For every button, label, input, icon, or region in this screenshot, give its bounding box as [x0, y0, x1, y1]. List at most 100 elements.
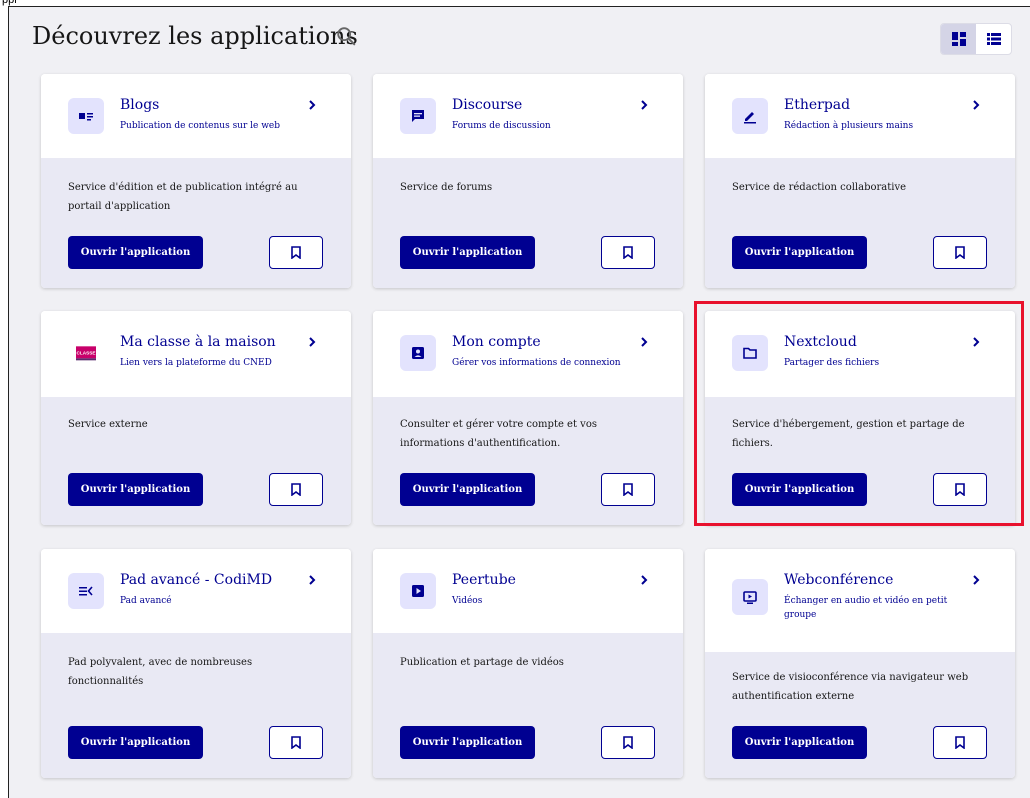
list-view-icon [986, 33, 1001, 45]
bookmark-button[interactable] [933, 473, 987, 506]
app-name: Etherpad [784, 97, 851, 113]
page-header: Découvrez les applications [32, 22, 1012, 58]
app-subtitle: Forums de discussion [452, 121, 551, 131]
bookmark-button[interactable] [933, 236, 987, 269]
app-card-codimd: Pad avancé - CodiMD Pad avancé Pad polyv… [41, 549, 351, 778]
bookmark-icon [623, 246, 633, 259]
open-app-button[interactable]: Ouvrir l'application [732, 236, 867, 269]
chevron-right-icon[interactable] [306, 99, 318, 111]
card-header[interactable]: CLASSE Ma classe à la maison Lien vers l… [41, 311, 351, 397]
card-header[interactable]: Webconférence Échanger en audio et vidéo… [705, 549, 1015, 652]
chevron-right-icon[interactable] [970, 99, 982, 111]
app-subtitle: Échanger en audio et vidéo en petit grou… [784, 596, 948, 620]
card-body: Consulter et gérer votre compte et vos i… [373, 397, 683, 525]
app-subtitle: Rédaction à plusieurs mains [784, 121, 914, 131]
app-name: Discourse [452, 97, 523, 113]
bookmark-icon [955, 483, 965, 496]
chevron-right-icon[interactable] [306, 574, 318, 586]
blog-icon [68, 98, 104, 134]
card-body: Service d'hébergement, gestion et partag… [705, 397, 1015, 525]
bookmark-button[interactable] [269, 236, 323, 269]
card-header[interactable]: Discourse Forums de discussion [373, 74, 683, 158]
app-description: Publication et partage de vidéos [400, 657, 564, 668]
card-header[interactable]: Nextcloud Partager des fichiers [705, 311, 1015, 397]
app-subtitle: Gérer vos informations de connexion [452, 358, 621, 368]
bookmark-icon [291, 246, 301, 259]
app-card-blogs: Blogs Publication de contenus sur le web… [41, 74, 351, 288]
chevron-right-icon[interactable] [970, 336, 982, 348]
chevron-right-icon[interactable] [970, 574, 982, 586]
app-description: Consulter et gérer votre compte et vos i… [400, 419, 597, 449]
bookmark-icon [955, 246, 965, 259]
app-subtitle: Vidéos [452, 596, 483, 606]
app-card-webconference: Webconférence Échanger en audio et vidéo… [705, 549, 1015, 778]
card-body: Service de forums Ouvrir l'application [373, 158, 683, 288]
bookmark-button[interactable] [601, 726, 655, 759]
app-card-nextcloud: Nextcloud Partager des fichiers Service … [705, 311, 1015, 525]
bookmark-icon [291, 736, 301, 749]
bookmark-icon [291, 483, 301, 496]
card-header[interactable]: Peertube Vidéos [373, 549, 683, 633]
view-toggle [940, 23, 1012, 55]
app-card-mon-compte: Mon compte Gérer vos informations de con… [373, 311, 683, 525]
pen-icon [732, 98, 768, 134]
open-app-button[interactable]: Ouvrir l'application [732, 473, 867, 506]
app-description: Service de rédaction collaborative [732, 182, 907, 193]
app-description: Service d'hébergement, gestion et partag… [732, 419, 965, 449]
chevron-right-icon[interactable] [638, 336, 650, 348]
app-subtitle: Partager des fichiers [784, 358, 880, 368]
chevron-right-icon[interactable] [638, 574, 650, 586]
bookmark-button[interactable] [933, 726, 987, 759]
grid-view-button[interactable] [941, 24, 976, 54]
open-app-button[interactable]: Ouvrir l'application [68, 473, 203, 506]
card-header[interactable]: Etherpad Rédaction à plusieurs mains [705, 74, 1015, 158]
classe-logo-icon: CLASSE [68, 335, 104, 371]
app-description: Pad polyvalent, avec de nombreuses fonct… [68, 657, 253, 687]
open-app-button[interactable]: Ouvrir l'application [68, 236, 203, 269]
card-header[interactable]: Pad avancé - CodiMD Pad avancé [41, 549, 351, 633]
card-header[interactable]: Mon compte Gérer vos informations de con… [373, 311, 683, 397]
app-name: Pad avancé - CodiMD [120, 572, 273, 588]
grid-view-icon [951, 32, 966, 46]
card-body: Service de rédaction collaborative Ouvri… [705, 158, 1015, 288]
app-name: Nextcloud [784, 334, 857, 350]
bookmark-button[interactable] [601, 473, 655, 506]
list-view-button[interactable] [976, 24, 1011, 54]
bookmark-button[interactable] [269, 473, 323, 506]
app-subtitle: Pad avancé [120, 596, 172, 606]
card-body: Publication et partage de vidéos Ouvrir … [373, 633, 683, 778]
app-card-peertube: Peertube Vidéos Publication et partage d… [373, 549, 683, 778]
open-app-button[interactable]: Ouvrir l'application [68, 726, 203, 759]
bookmark-icon [623, 736, 633, 749]
app-subtitle: Publication de contenus sur le web [120, 121, 281, 131]
app-description: Service de forums [400, 182, 493, 193]
page-title: Découvrez les applications [32, 22, 358, 50]
app-name: Webconférence [784, 572, 894, 588]
video-icon [400, 573, 436, 609]
card-body: Service externe Ouvrir l'application [41, 397, 351, 525]
search-icon[interactable] [335, 25, 357, 47]
app-description: Service externe [68, 419, 148, 430]
bookmark-icon [623, 483, 633, 496]
chat-icon [400, 98, 436, 134]
bookmark-icon [955, 736, 965, 749]
bookmark-button[interactable] [269, 726, 323, 759]
app-description: Service de visioconférence via navigateu… [732, 672, 969, 702]
app-subtitle: Lien vers la plateforme du CNED [120, 358, 272, 368]
bookmark-button[interactable] [601, 236, 655, 269]
edit-list-icon [68, 573, 104, 609]
open-app-button[interactable]: Ouvrir l'application [400, 473, 535, 506]
app-card-discourse: Discourse Forums de discussion Service d… [373, 74, 683, 288]
card-header[interactable]: Blogs Publication de contenus sur le web [41, 74, 351, 158]
chevron-right-icon[interactable] [638, 99, 650, 111]
card-body: Service d'édition et de publication inté… [41, 158, 351, 288]
open-app-button[interactable]: Ouvrir l'application [400, 726, 535, 759]
app-card-etherpad: Etherpad Rédaction à plusieurs mains Ser… [705, 74, 1015, 288]
app-name: Peertube [452, 572, 516, 588]
card-body: Pad polyvalent, avec de nombreuses fonct… [41, 633, 351, 778]
app-card-ma-classe: CLASSE Ma classe à la maison Lien vers l… [41, 311, 351, 525]
chevron-right-icon[interactable] [306, 336, 318, 348]
account-icon [400, 335, 436, 371]
open-app-button[interactable]: Ouvrir l'application [732, 726, 867, 759]
open-app-button[interactable]: Ouvrir l'application [400, 236, 535, 269]
